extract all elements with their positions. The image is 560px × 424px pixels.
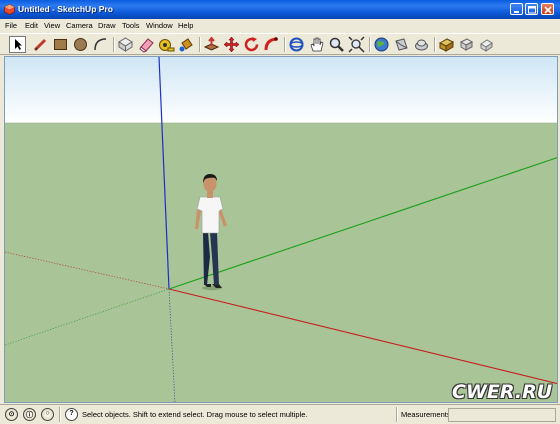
make-component-button[interactable] xyxy=(117,36,134,53)
maximize-button[interactable] xyxy=(525,3,538,15)
watermark: CWER.RU xyxy=(452,381,553,403)
follow-me-button[interactable] xyxy=(263,36,280,53)
share-component-button[interactable] xyxy=(413,36,430,53)
line-pencil-icon xyxy=(33,38,47,52)
menu-edit[interactable]: Edit xyxy=(25,21,38,30)
arc-icon xyxy=(94,38,107,51)
status-message: Select objects. Shift to extend select. … xyxy=(82,410,308,419)
help-button[interactable]: ? xyxy=(65,408,78,421)
credits-icon: ⓘ xyxy=(26,412,33,419)
close-icon xyxy=(544,6,552,14)
eraser-icon xyxy=(139,38,154,53)
paint-bucket-icon xyxy=(179,38,193,52)
user-icon: ○ xyxy=(45,410,50,417)
menu-help[interactable]: Help xyxy=(178,21,193,30)
scene-canvas[interactable] xyxy=(5,57,558,403)
extension-button[interactable] xyxy=(478,36,495,53)
extension-icon xyxy=(480,39,493,52)
get-models-button[interactable] xyxy=(373,36,390,53)
zoom-tool-button[interactable] xyxy=(328,36,345,53)
push-pull-icon xyxy=(203,36,220,51)
share-component-icon xyxy=(415,39,428,51)
minimize-icon xyxy=(514,11,519,13)
sketchup-logo-icon xyxy=(4,4,15,15)
toolbar xyxy=(0,33,560,55)
menu-camera[interactable]: Camera xyxy=(66,21,93,30)
follow-me-icon xyxy=(264,37,278,51)
arc-tool-button[interactable] xyxy=(92,36,109,53)
maximize-icon xyxy=(528,6,536,14)
orbit-icon xyxy=(289,37,304,52)
close-button[interactable] xyxy=(541,3,554,15)
orbit-tool-button[interactable] xyxy=(288,36,305,53)
3d-warehouse-button[interactable] xyxy=(458,36,475,53)
geo-location-icon: ⊙ xyxy=(8,411,15,418)
zoom-extents-icon xyxy=(348,36,365,53)
tape-measure-button[interactable] xyxy=(158,36,175,53)
title-bar[interactable]: Untitled - SketchUp Pro xyxy=(0,0,560,19)
measurements-input[interactable] xyxy=(448,408,556,422)
make-component-icon xyxy=(118,37,133,52)
menu-view[interactable]: View xyxy=(44,21,60,30)
user-button[interactable]: ○ xyxy=(41,408,54,421)
get-photo-texture-icon xyxy=(438,38,455,52)
get-models-icon xyxy=(374,37,389,52)
menu-file[interactable]: File xyxy=(5,21,17,30)
eraser-tool-button[interactable] xyxy=(138,36,155,53)
select-tool-button[interactable] xyxy=(9,36,26,53)
drawing-viewport[interactable] xyxy=(4,56,558,403)
line-tool-button[interactable] xyxy=(32,36,49,53)
help-icon: ? xyxy=(69,410,74,417)
sky xyxy=(5,57,557,123)
ground-plane xyxy=(5,123,557,402)
3d-warehouse-icon xyxy=(459,38,474,51)
paint-bucket-button[interactable] xyxy=(178,36,195,53)
geo-location-button[interactable]: ⊙ xyxy=(5,408,18,421)
window-title: Untitled - SketchUp Pro xyxy=(18,4,113,14)
share-model-icon xyxy=(395,38,408,51)
circle-tool-button[interactable] xyxy=(72,36,89,53)
menu-window[interactable]: Window xyxy=(146,21,173,30)
get-photo-texture-button[interactable] xyxy=(438,36,455,53)
zoom-icon xyxy=(329,37,344,52)
share-model-button[interactable] xyxy=(393,36,410,53)
move-tool-button[interactable] xyxy=(223,36,240,53)
rotate-tool-button[interactable] xyxy=(243,36,260,53)
zoom-extents-button[interactable] xyxy=(348,36,365,53)
minimize-button[interactable] xyxy=(510,3,523,15)
menu-bar: File Edit View Camera Draw Tools Window … xyxy=(0,19,560,33)
rotate-icon xyxy=(244,37,259,52)
menu-draw[interactable]: Draw xyxy=(98,21,116,30)
rectangle-tool-button[interactable] xyxy=(52,36,69,53)
circle-icon xyxy=(74,38,87,51)
push-pull-button[interactable] xyxy=(203,36,220,53)
menu-tools[interactable]: Tools xyxy=(122,21,140,30)
rectangle-icon xyxy=(54,39,67,50)
pan-tool-button[interactable] xyxy=(308,36,325,53)
move-icon xyxy=(223,36,240,53)
status-bar: ⊙ ⓘ ○ ? Select objects. Shift to extend … xyxy=(0,404,560,424)
pan-hand-icon xyxy=(310,37,324,52)
select-arrow-icon xyxy=(15,39,22,50)
tape-measure-icon xyxy=(159,39,175,52)
credits-button[interactable]: ⓘ xyxy=(23,408,36,421)
measurements-label: Measurements xyxy=(401,410,451,419)
